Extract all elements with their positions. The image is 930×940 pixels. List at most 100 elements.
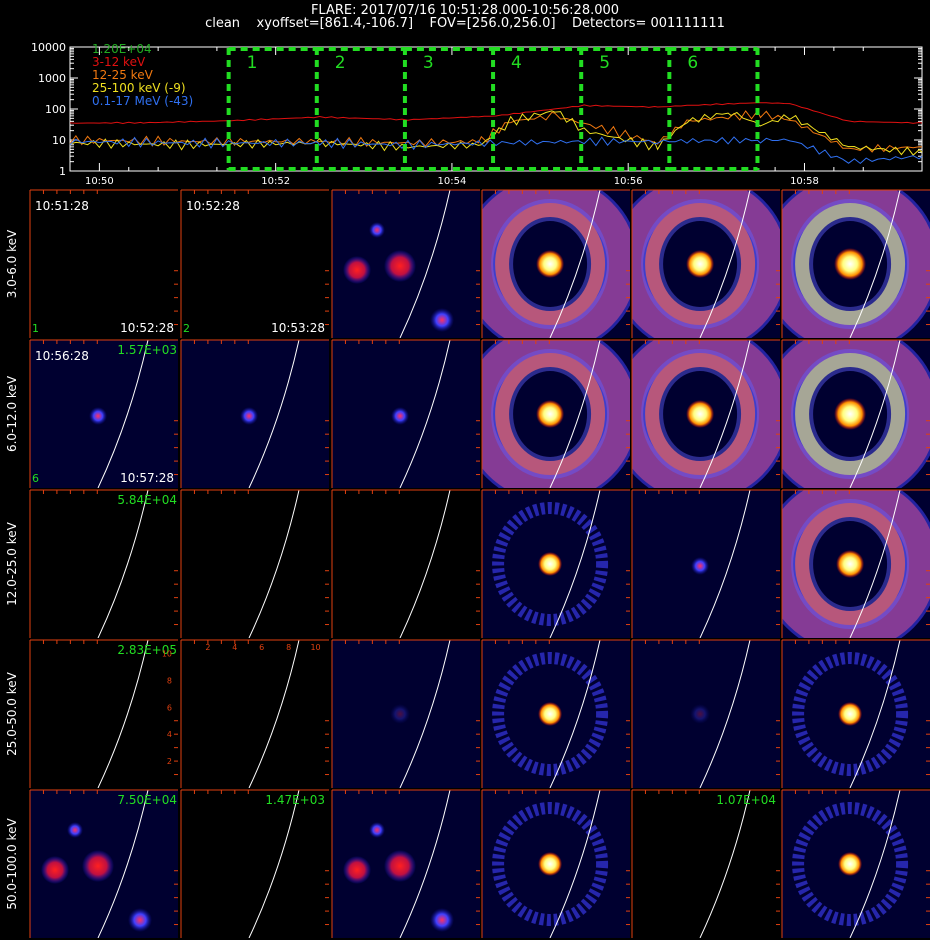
side-lobe-ring-outer [632, 190, 780, 338]
legend-entry: 0.1-17 MeV (-43) [92, 94, 193, 108]
image-panel [782, 640, 930, 788]
side-lobe-ring [795, 203, 906, 325]
image-panel [632, 640, 780, 788]
solar-limb [849, 190, 901, 338]
panel-tick-label: 4 [232, 643, 237, 652]
series-line-1 [69, 102, 923, 125]
solar-limb [549, 790, 601, 938]
image-panel [482, 490, 630, 638]
solar-limb [97, 340, 149, 488]
series-line-4 [69, 136, 923, 165]
faint-source [690, 704, 711, 724]
side-lobe-ring [645, 203, 756, 325]
image-panel [782, 790, 930, 938]
solar-limb [399, 340, 451, 488]
panel-background [181, 490, 329, 638]
side-lobe-ring [792, 802, 909, 926]
side-lobe-ring-halo [491, 349, 610, 479]
side-lobe-ring-outer [482, 340, 630, 488]
solar-limb [97, 490, 149, 638]
energy-band-label: 25.0-50.0 keV [5, 671, 19, 755]
panel-background [332, 340, 480, 488]
image-panel [332, 340, 480, 488]
side-lobe-ring [492, 652, 609, 776]
source-blob [41, 856, 69, 884]
x-tick-label: 10:58 [790, 176, 819, 187]
energy-band-label: 6.0-12.0 keV [5, 375, 19, 452]
image-panel [782, 490, 930, 638]
source-blob [430, 308, 454, 332]
source-blob [128, 908, 152, 932]
panel-background [332, 490, 480, 638]
image-panel [332, 640, 480, 788]
image-panel [782, 190, 930, 338]
image-panel [482, 790, 630, 938]
image-panel [181, 490, 329, 638]
image-panel [30, 790, 178, 938]
interval-label: 5 [599, 53, 610, 73]
side-lobe-ring [492, 502, 609, 626]
side-lobe-ring [492, 802, 609, 926]
side-lobe-halo [632, 190, 780, 338]
flare-core [538, 552, 563, 576]
solar-limb [699, 340, 751, 488]
panel-interval-index: 6 [32, 472, 39, 485]
y-tick-label: 1 [59, 165, 66, 178]
solar-limb [399, 190, 451, 338]
side-lobe-ring-outer [482, 190, 630, 338]
solar-limb [248, 640, 300, 788]
image-panel [632, 790, 780, 938]
side-lobe-ring [795, 353, 906, 475]
panel-background [632, 190, 780, 338]
image-panel [332, 490, 480, 638]
image-panel [482, 640, 630, 788]
flare-core [536, 400, 565, 428]
source-blob [384, 250, 416, 282]
interval-label: 2 [335, 53, 346, 73]
series-line-3 [69, 110, 923, 156]
panel-background [30, 190, 178, 338]
panel-start-time: 10:52:28 [186, 199, 240, 213]
source-blob [67, 822, 83, 838]
image-panel [30, 340, 178, 488]
peak-value-label: 1.20E+04 [92, 42, 152, 56]
source-blob [369, 222, 385, 238]
solar-limb [549, 190, 601, 338]
panel-background [181, 190, 329, 338]
y-tick-label: 1000 [38, 72, 66, 85]
side-lobe-ring-outer [782, 190, 930, 338]
source-blob [430, 908, 454, 932]
side-lobe-ring-halo [641, 349, 760, 479]
image-panel [632, 340, 780, 488]
panel-background [632, 640, 780, 788]
solar-limb [399, 490, 451, 638]
image-panel [332, 190, 480, 338]
solar-limb [549, 490, 601, 638]
panel-peak-label: 1.07E+04 [716, 793, 776, 807]
flare-core [838, 702, 863, 726]
panel-tick-label: 6 [259, 643, 264, 652]
flare-core [240, 407, 259, 425]
flare-core [836, 550, 865, 578]
side-lobe-ring-halo [791, 199, 910, 329]
image-panel [332, 790, 480, 938]
panel-background [482, 640, 630, 788]
flare-core [89, 407, 108, 425]
side-lobe-halo [482, 340, 630, 488]
panel-background [632, 340, 780, 488]
side-lobe-ring-outer [632, 340, 780, 488]
panel-tick-label: 10 [310, 643, 320, 652]
flare-core [838, 852, 863, 876]
y-tick-label: 100 [45, 103, 66, 116]
x-tick-label: 10:52 [261, 176, 290, 187]
solar-limb [849, 640, 901, 788]
panel-background [30, 640, 178, 788]
faint-source [390, 704, 411, 724]
side-lobe-halo [782, 490, 930, 638]
image-panel [181, 790, 329, 938]
row-peak-label: 7.50E+04 [117, 793, 177, 807]
interval-label: 4 [511, 53, 522, 73]
panel-background [482, 790, 630, 938]
solar-limb [549, 340, 601, 488]
panel-end-time: 10:52:28 [120, 321, 174, 335]
